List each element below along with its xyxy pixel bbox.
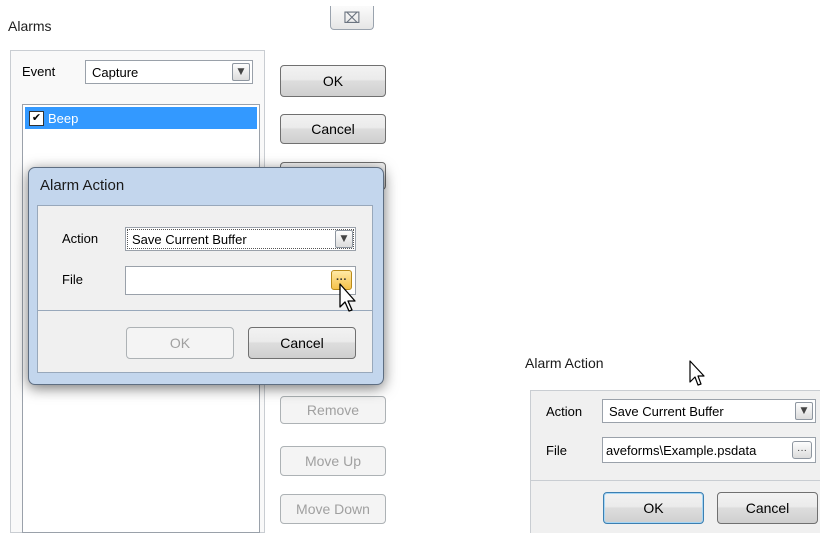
dialog-right-file-field[interactable]: aveforms\Example.psdata <box>602 437 816 463</box>
dialog-right-file-value: aveforms\Example.psdata <box>606 442 757 458</box>
ellipsis-icon: ··· <box>797 444 807 456</box>
move-down-button[interactable]: Move Down <box>280 494 386 524</box>
cancel-button[interactable]: Cancel <box>280 114 386 144</box>
dialog-fields-panel <box>37 205 373 311</box>
event-select-value: Capture <box>92 64 139 80</box>
action-label: Action <box>62 231 99 246</box>
file-label: File <box>62 272 83 287</box>
mouse-cursor-icon <box>689 360 705 386</box>
list-item[interactable]: ✔ Beep <box>25 107 257 129</box>
dialog-right-action-label: Action <box>546 404 583 419</box>
action-select[interactable]: Save Current Buffer ▼ <box>125 227 356 251</box>
action-select-value: Save Current Buffer <box>132 231 247 247</box>
ok-button[interactable]: OK <box>280 65 386 97</box>
dialog-right-action-value: Save Current Buffer <box>609 403 724 419</box>
alarms-window-title: Alarms <box>8 18 52 34</box>
checkbox-checked-icon[interactable]: ✔ <box>29 110 44 126</box>
chevron-down-icon[interactable]: ▼ <box>795 402 813 420</box>
dialog-ok-button[interactable]: OK <box>126 327 234 359</box>
chevron-down-icon[interactable]: ▼ <box>232 63 250 81</box>
dialog-right-ok-button[interactable]: OK <box>603 492 704 524</box>
dialog-right-browse-button[interactable]: ··· <box>792 441 812 459</box>
file-field[interactable] <box>125 266 356 295</box>
dialog-right-action-select[interactable]: Save Current Buffer ▼ <box>602 399 816 423</box>
chevron-down-icon[interactable]: ▼ <box>335 230 353 248</box>
dialog-right-cancel-button[interactable]: Cancel <box>717 492 818 524</box>
close-icon: ⌧ <box>343 8 361 27</box>
dialog-right-file-label: File <box>546 443 567 458</box>
mouse-cursor-icon <box>339 283 356 312</box>
remove-button[interactable]: Remove <box>280 396 386 424</box>
dialog-right-title: Alarm Action <box>525 355 604 371</box>
list-item-label: Beep <box>48 110 79 126</box>
event-select[interactable]: Capture ▼ <box>85 60 253 84</box>
dialog-cancel-button[interactable]: Cancel <box>248 327 356 359</box>
dialog-title: Alarm Action <box>40 177 125 194</box>
move-up-button[interactable]: Move Up <box>280 446 386 476</box>
event-label: Event <box>22 64 56 79</box>
close-button[interactable]: ⌧ <box>330 6 374 30</box>
